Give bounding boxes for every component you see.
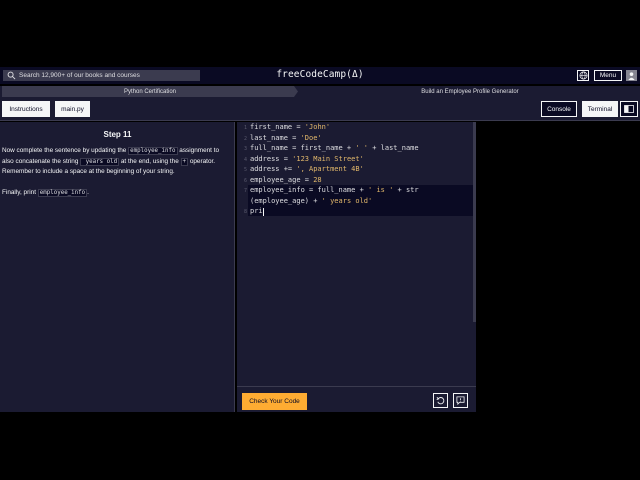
menu-button[interactable]: Menu (594, 70, 622, 81)
line-number: 4 (243, 157, 247, 163)
help-button[interactable] (453, 393, 468, 408)
reset-button[interactable] (433, 393, 448, 408)
text-cursor (263, 208, 264, 216)
code-line-wrapped: (employee_age) + ' years old' (250, 197, 373, 205)
top-navbar: Search 12,900+ of our books and courses … (0, 67, 640, 84)
code-line: first_name = 'John' (250, 123, 331, 131)
tab-console[interactable]: Console (541, 101, 577, 117)
breadcrumb-project[interactable]: Build an Employee Profile Generator (300, 86, 640, 97)
editor-actions: Check Your Code (237, 386, 476, 412)
line-number: 2 (243, 136, 247, 142)
instruction-paragraph: Now complete the sentence by updating th… (2, 147, 220, 175)
code-line: full_name = first_name + ' ' + last_name (250, 144, 419, 152)
tab-instructions[interactable]: Instructions (2, 101, 50, 117)
layout-toggle-button[interactable] (620, 101, 638, 117)
line-number: 1 (243, 125, 247, 131)
inline-code: + (180, 157, 189, 166)
code-editor[interactable]: 1 2 3 4 5 6 7 8 first_name = 'John' last… (237, 122, 476, 386)
line-number: 5 (243, 167, 247, 173)
language-button[interactable] (577, 70, 589, 81)
instruction-paragraph: Finally, print employee_info. (2, 188, 89, 197)
code-line: address = '123 Main Street' (250, 155, 364, 163)
line-number: 6 (243, 178, 247, 184)
inline-code: years old (80, 157, 120, 166)
code-line: employee_age = 28 (250, 176, 322, 184)
step-description: Now complete the sentence by updating th… (2, 146, 231, 208)
breadcrumb: Python Certification Build an Employee P… (0, 86, 640, 97)
code-line: employee_info = full_name + ' is ' + str (250, 186, 419, 194)
editor-scrollbar[interactable] (473, 122, 476, 322)
tab-bar: Instructions main.py Console Terminal (0, 97, 640, 121)
globe-icon (579, 71, 587, 80)
inline-code: employee_info (37, 188, 88, 197)
avatar[interactable] (626, 70, 637, 81)
code-line: pri (250, 207, 263, 215)
avatar-icon (628, 72, 635, 80)
line-number: 7 (243, 188, 247, 194)
tab-terminal[interactable]: Terminal (582, 101, 618, 117)
line-number: 3 (243, 146, 247, 152)
breadcrumb-certification[interactable]: Python Certification (2, 86, 298, 97)
search-placeholder: Search 12,900+ of our books and courses (19, 72, 140, 79)
code-line: address += ', Apartment 4B' (250, 165, 364, 173)
step-title: Step 11 (103, 130, 132, 139)
search-bar[interactable]: Search 12,900+ of our books and courses (3, 70, 200, 81)
line-gutter: 1 2 3 4 5 6 7 8 (237, 122, 248, 386)
instructions-panel: Step 11 Now complete the sentence by upd… (0, 122, 235, 412)
reset-icon (436, 397, 445, 405)
code-line: last_name = 'Doe' (250, 134, 322, 142)
check-code-button[interactable]: Check Your Code (242, 393, 307, 410)
help-icon (456, 396, 465, 405)
line-number: 8 (243, 209, 247, 215)
search-icon (7, 71, 16, 80)
console-pane (478, 122, 640, 412)
inline-code: employee_info (128, 147, 178, 155)
tab-main-py[interactable]: main.py (55, 101, 90, 117)
layout-icon (624, 105, 634, 113)
